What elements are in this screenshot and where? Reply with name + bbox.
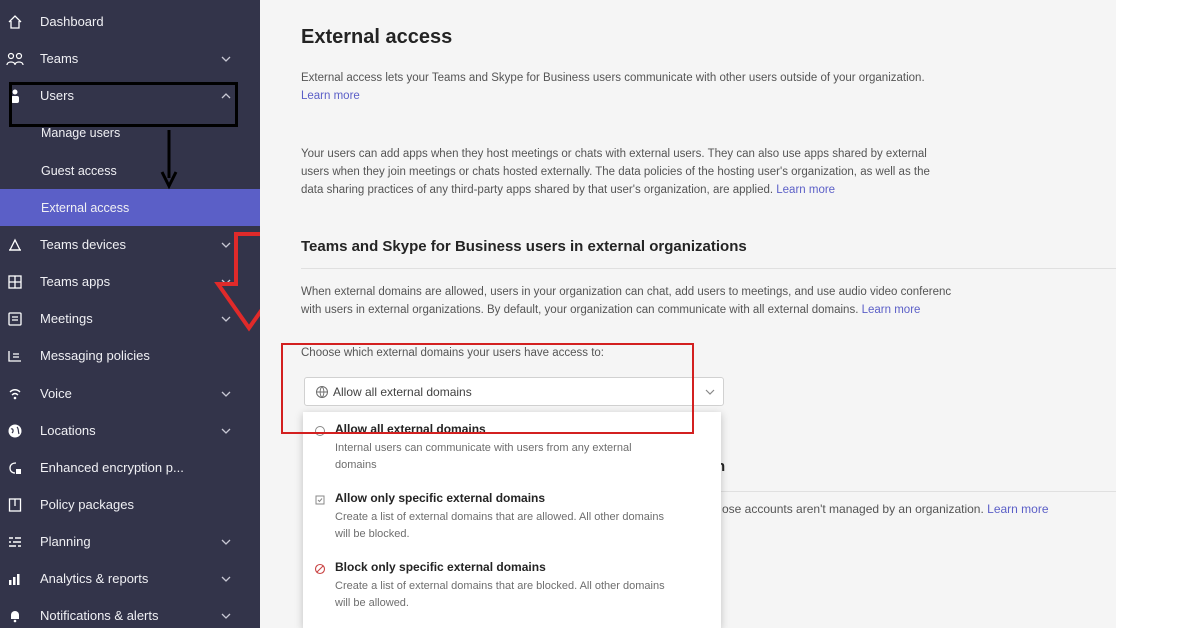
analytics-icon: [4, 568, 26, 590]
sidebar-item-label: Teams: [40, 51, 79, 66]
intro-text: External access lets your Teams and Skyp…: [301, 72, 925, 102]
voice-icon: [4, 383, 26, 405]
sidebar-item-notifications-alerts[interactable]: Notifications & alerts: [0, 597, 260, 628]
learn-more-link[interactable]: Learn more: [776, 184, 835, 196]
sidebar-item-enhanced-encryption[interactable]: Enhanced encryption p...: [0, 449, 260, 486]
sidebar-item-label: Teams devices: [40, 237, 126, 252]
sidebar-item-label: Messaging policies: [40, 348, 150, 363]
chevron-down-icon: [221, 391, 231, 397]
annotation-highlight-box: [9, 82, 238, 127]
bell-icon: [4, 605, 26, 627]
chevron-down-icon: [221, 613, 231, 619]
messaging-icon: [4, 345, 26, 367]
sidebar-item-label: Voice: [40, 386, 72, 401]
sidebar-item-label: Manage users: [41, 125, 121, 140]
learn-more-link[interactable]: Learn more: [987, 502, 1048, 516]
screenshot-root: Dashboard Teams Users Manage users Guest…: [0, 0, 1196, 628]
chevron-down-icon: [221, 56, 231, 62]
globe-icon: [4, 420, 26, 442]
blank-margin: [1116, 0, 1196, 628]
sidebar-item-label: Dashboard: [40, 14, 104, 29]
home-icon: [4, 11, 26, 33]
devices-icon: [4, 234, 26, 256]
sidebar-item-dashboard[interactable]: Dashboard: [0, 3, 260, 40]
chevron-down-icon: [221, 576, 231, 582]
learn-more-link[interactable]: Learn more: [301, 90, 360, 102]
sidebar-item-label: Guest access: [41, 163, 117, 178]
annotation-highlight-box: [281, 343, 694, 434]
section-description: When external domains are allowed, users…: [301, 286, 952, 316]
sidebar-item-label: Teams apps: [40, 274, 111, 289]
section-description-partial: ose accounts aren't managed by an organi…: [722, 502, 1049, 516]
encryption-icon: [4, 457, 26, 479]
apps-icon: [4, 271, 26, 293]
external-domains-menu: Allow all external domains Internal user…: [303, 412, 721, 628]
learn-more-link[interactable]: Learn more: [862, 304, 921, 316]
calendar-icon: [4, 308, 26, 330]
planning-icon: [4, 531, 26, 553]
sidebar-item-label: Meetings: [40, 311, 93, 326]
sidebar-item-label: Notifications & alerts: [40, 608, 159, 623]
sidebar-item-label: Enhanced encryption p...: [40, 460, 184, 475]
sidebar-item-label: Locations: [40, 423, 96, 438]
sidebar-item-label: Analytics & reports: [40, 571, 149, 586]
chevron-down-icon: [221, 539, 231, 545]
section-title: Teams and Skype for Business users in ex…: [301, 238, 747, 255]
annotation-down-arrow-icon: [160, 130, 178, 190]
sidebar-item-planning[interactable]: Planning: [0, 523, 260, 560]
page-title: External access: [301, 26, 453, 48]
sidebar-item-label: Policy packages: [40, 497, 134, 512]
sidebar-item-label: Planning: [40, 534, 91, 549]
sidebar-item-policy-packages[interactable]: Policy packages: [0, 486, 260, 523]
sidebar-item-external-access[interactable]: External access: [0, 189, 260, 226]
teams-icon: [4, 48, 26, 70]
sidebar-item-label: External access: [41, 200, 130, 215]
chevron-down-icon: [221, 428, 231, 434]
chevron-down-icon: [705, 389, 715, 395]
sidebar-item-voice[interactable]: Voice: [0, 375, 260, 412]
section-divider: [301, 268, 1116, 269]
sidebar-item-teams[interactable]: Teams: [0, 40, 260, 77]
sidebar-item-guest-access[interactable]: Guest access: [0, 152, 260, 189]
sidebar-item-locations[interactable]: Locations: [0, 412, 260, 449]
sidebar-item-analytics-reports[interactable]: Analytics & reports: [0, 560, 260, 597]
sidebar-item-messaging-policies[interactable]: Messaging policies: [0, 337, 260, 374]
section-divider: [719, 491, 1116, 492]
block-icon: [314, 563, 326, 575]
allow-list-icon: [315, 495, 325, 505]
apps-description: Your users can add apps when they host m…: [301, 148, 930, 196]
package-icon: [4, 494, 26, 516]
